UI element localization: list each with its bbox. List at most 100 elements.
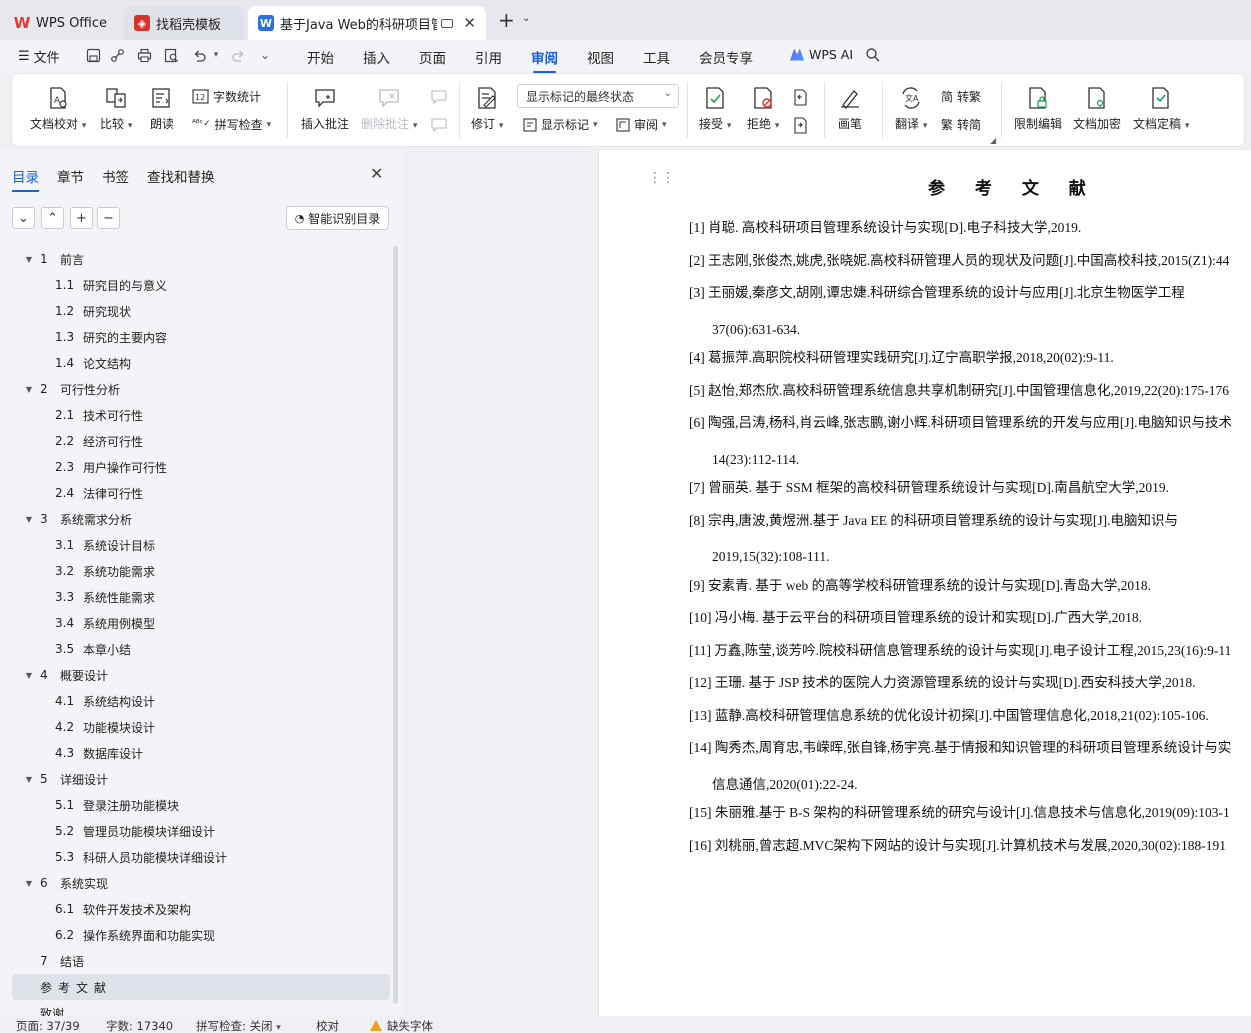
review-pane-button[interactable]: 审阅 ▾ <box>616 116 667 133</box>
toc-item[interactable]: 2.4 法律可行性 <box>12 480 390 506</box>
nav-tab-sections[interactable]: 章节 <box>57 166 84 186</box>
toc-item[interactable]: 1.1 研究目的与意义 <box>12 272 390 298</box>
collapse-triangle-icon[interactable]: ▼ <box>24 255 34 264</box>
tab-docer-templates[interactable]: ◈ 找稻壳模板 <box>124 6 244 40</box>
tab-references[interactable]: 引用 <box>475 47 502 67</box>
missing-font-status[interactable]: 缺失字体 <box>370 1018 433 1033</box>
tab-page[interactable]: 页面 <box>419 47 446 67</box>
toc-item[interactable]: 3.2 系统功能需求 <box>12 558 390 584</box>
toc-item[interactable]: ▼ 1 前言 <box>12 246 390 272</box>
expand-all-button[interactable]: ⌄ <box>12 207 35 229</box>
save-icon[interactable] <box>84 46 102 64</box>
toc-item[interactable]: ▼ 5 详细设计 <box>12 766 390 792</box>
toc-item[interactable]: 6.1 软件开发技术及架构 <box>12 896 390 922</box>
print-preview-icon[interactable] <box>162 46 180 64</box>
toc-item[interactable]: 5.1 登录注册功能模块 <box>12 792 390 818</box>
doc-check-button[interactable]: A 文档校对 ▾ <box>30 86 86 132</box>
collapse-triangle-icon[interactable]: ▼ <box>24 775 34 784</box>
toc-item[interactable]: 4.2 功能模块设计 <box>12 714 390 740</box>
toc-item[interactable]: 3.1 系统设计目标 <box>12 532 390 558</box>
share-link-icon[interactable] <box>108 46 126 64</box>
tab-view[interactable]: 视图 <box>587 47 614 67</box>
expand-group-icon[interactable]: ◢ <box>990 136 996 145</box>
toc-item[interactable]: ▼ 3 系统需求分析 <box>12 506 390 532</box>
pen-button[interactable]: 画笔 <box>838 86 862 132</box>
chevron-down-icon[interactable]: ⌄ <box>522 13 530 24</box>
nav-tab-toc[interactable]: 目录 <box>12 166 39 192</box>
nav-tab-bookmarks[interactable]: 书签 <box>102 166 129 186</box>
toc-item[interactable]: 4.1 系统结构设计 <box>12 688 390 714</box>
word-count-button[interactable]: 12 字数统计 <box>192 88 261 105</box>
insert-comment-button[interactable]: 插入批注 <box>301 86 349 132</box>
spell-check-status[interactable]: 拼写检查: 关闭 ▾ <box>196 1018 281 1033</box>
collapse-triangle-icon[interactable]: ▼ <box>24 385 34 394</box>
toc-item[interactable]: 5.2 管理员功能模块详细设计 <box>12 818 390 844</box>
track-changes-button[interactable]: 修订 ▾ <box>471 86 503 132</box>
show-markup-button[interactable]: 显示标记 ▾ <box>523 116 598 133</box>
spell-check-button[interactable]: ᴬᴮᶜ✓ 拼写检查 ▾ <box>192 116 271 133</box>
redo-icon[interactable] <box>229 46 247 64</box>
delete-comment-button[interactable]: 删除批注 ▾ <box>361 86 417 132</box>
undo-dropdown-icon[interactable]: ▾ <box>207 46 225 64</box>
close-tab-icon[interactable]: ✕ <box>463 14 476 32</box>
collapse-triangle-icon[interactable]: ▼ <box>24 879 34 888</box>
toc-item[interactable]: 2.2 经济可行性 <box>12 428 390 454</box>
accept-button[interactable]: 接受 ▾ <box>699 86 731 132</box>
previous-comment-icon[interactable] <box>430 88 448 106</box>
collapse-all-button[interactable]: ⌃ <box>41 207 64 229</box>
proofread-status[interactable]: 校对 <box>316 1018 339 1033</box>
restrict-edit-button[interactable]: 限制编辑 <box>1014 86 1062 132</box>
toc-item[interactable]: 5.3 科研人员功能模块详细设计 <box>12 844 390 870</box>
next-comment-icon[interactable] <box>430 116 448 134</box>
close-pane-icon[interactable]: ✕ <box>370 164 383 183</box>
toc-item[interactable]: ▼ 2 可行性分析 <box>12 376 390 402</box>
encrypt-document-button[interactable]: 文档加密 <box>1073 86 1121 132</box>
tab-current-document[interactable]: W 基于Java Web的科研项目管理 ✕ <box>248 6 486 40</box>
tab-insert[interactable]: 插入 <box>363 47 390 67</box>
toc-item[interactable]: ▼ 6 系统实现 <box>12 870 390 896</box>
toc-item[interactable]: 2.1 技术可行性 <box>12 402 390 428</box>
next-change-icon[interactable] <box>791 116 809 134</box>
word-count[interactable]: 字数: 17340 <box>106 1018 173 1033</box>
tab-home[interactable]: 开始 <box>307 47 334 67</box>
undo-icon[interactable] <box>190 46 208 64</box>
compare-button[interactable]: 比较 ▾ <box>100 86 132 132</box>
nav-tab-find-replace[interactable]: 查找和替换 <box>147 166 215 186</box>
toc-item[interactable]: 参考文献 <box>12 974 390 1000</box>
tab-tools[interactable]: 工具 <box>643 47 670 67</box>
tab-review[interactable]: 审阅 <box>531 47 558 73</box>
new-tab-plus-icon[interactable]: + <box>498 10 515 30</box>
print-icon[interactable] <box>135 46 153 64</box>
to-simplified-button[interactable]: 繁 转简 <box>941 116 981 133</box>
drag-handle-icon[interactable]: ⋮⋮ <box>648 171 675 185</box>
more-quick-access-icon[interactable]: ⌄ <box>256 46 274 64</box>
toc-item[interactable]: 3.3 系统性能需求 <box>12 584 390 610</box>
translate-button[interactable]: 文A 翻译 ▾ <box>895 86 927 132</box>
toc-item[interactable]: 1.3 研究的主要内容 <box>12 324 390 350</box>
tab-wps-office[interactable]: W WPS Office <box>4 6 120 40</box>
monitor-icon[interactable] <box>441 18 454 28</box>
toc-item[interactable]: 3.4 系统用例模型 <box>12 610 390 636</box>
toc-item[interactable]: 4.3 数据库设计 <box>12 740 390 766</box>
page-count[interactable]: 页面: 37/39 <box>16 1018 80 1033</box>
collapse-triangle-icon[interactable]: ▼ <box>24 671 34 680</box>
toc-item[interactable]: 6.2 操作系统界面和功能实现 <box>12 922 390 948</box>
tab-member[interactable]: 会员专享 <box>699 47 753 67</box>
reject-button[interactable]: 拒绝 ▾ <box>747 86 779 132</box>
add-heading-button[interactable]: + <box>70 207 93 229</box>
toc-item[interactable]: 2.3 用户操作可行性 <box>12 454 390 480</box>
markup-state-select[interactable]: 显示标记的最终状态 ⌄ <box>517 84 679 108</box>
to-traditional-button[interactable]: 简 转繁 <box>941 88 981 105</box>
toc-item[interactable]: 7 结语 <box>12 948 390 974</box>
smart-toc-button[interactable]: ◔ 智能识别目录 <box>286 206 389 230</box>
toc-scrollbar[interactable] <box>393 246 398 1004</box>
collapse-triangle-icon[interactable]: ▼ <box>24 515 34 524</box>
remove-heading-button[interactable]: − <box>97 207 120 229</box>
toc-item[interactable]: ▼ 4 概要设计 <box>12 662 390 688</box>
finalize-document-button[interactable]: 文档定稿 ▾ <box>1133 86 1189 132</box>
toc-item[interactable]: 3.5 本章小结 <box>12 636 390 662</box>
wps-ai-button[interactable]: WPS AI <box>790 47 853 62</box>
search-icon[interactable] <box>864 46 882 64</box>
toc-item[interactable]: 1.2 研究现状 <box>12 298 390 324</box>
previous-change-icon[interactable] <box>791 88 809 106</box>
